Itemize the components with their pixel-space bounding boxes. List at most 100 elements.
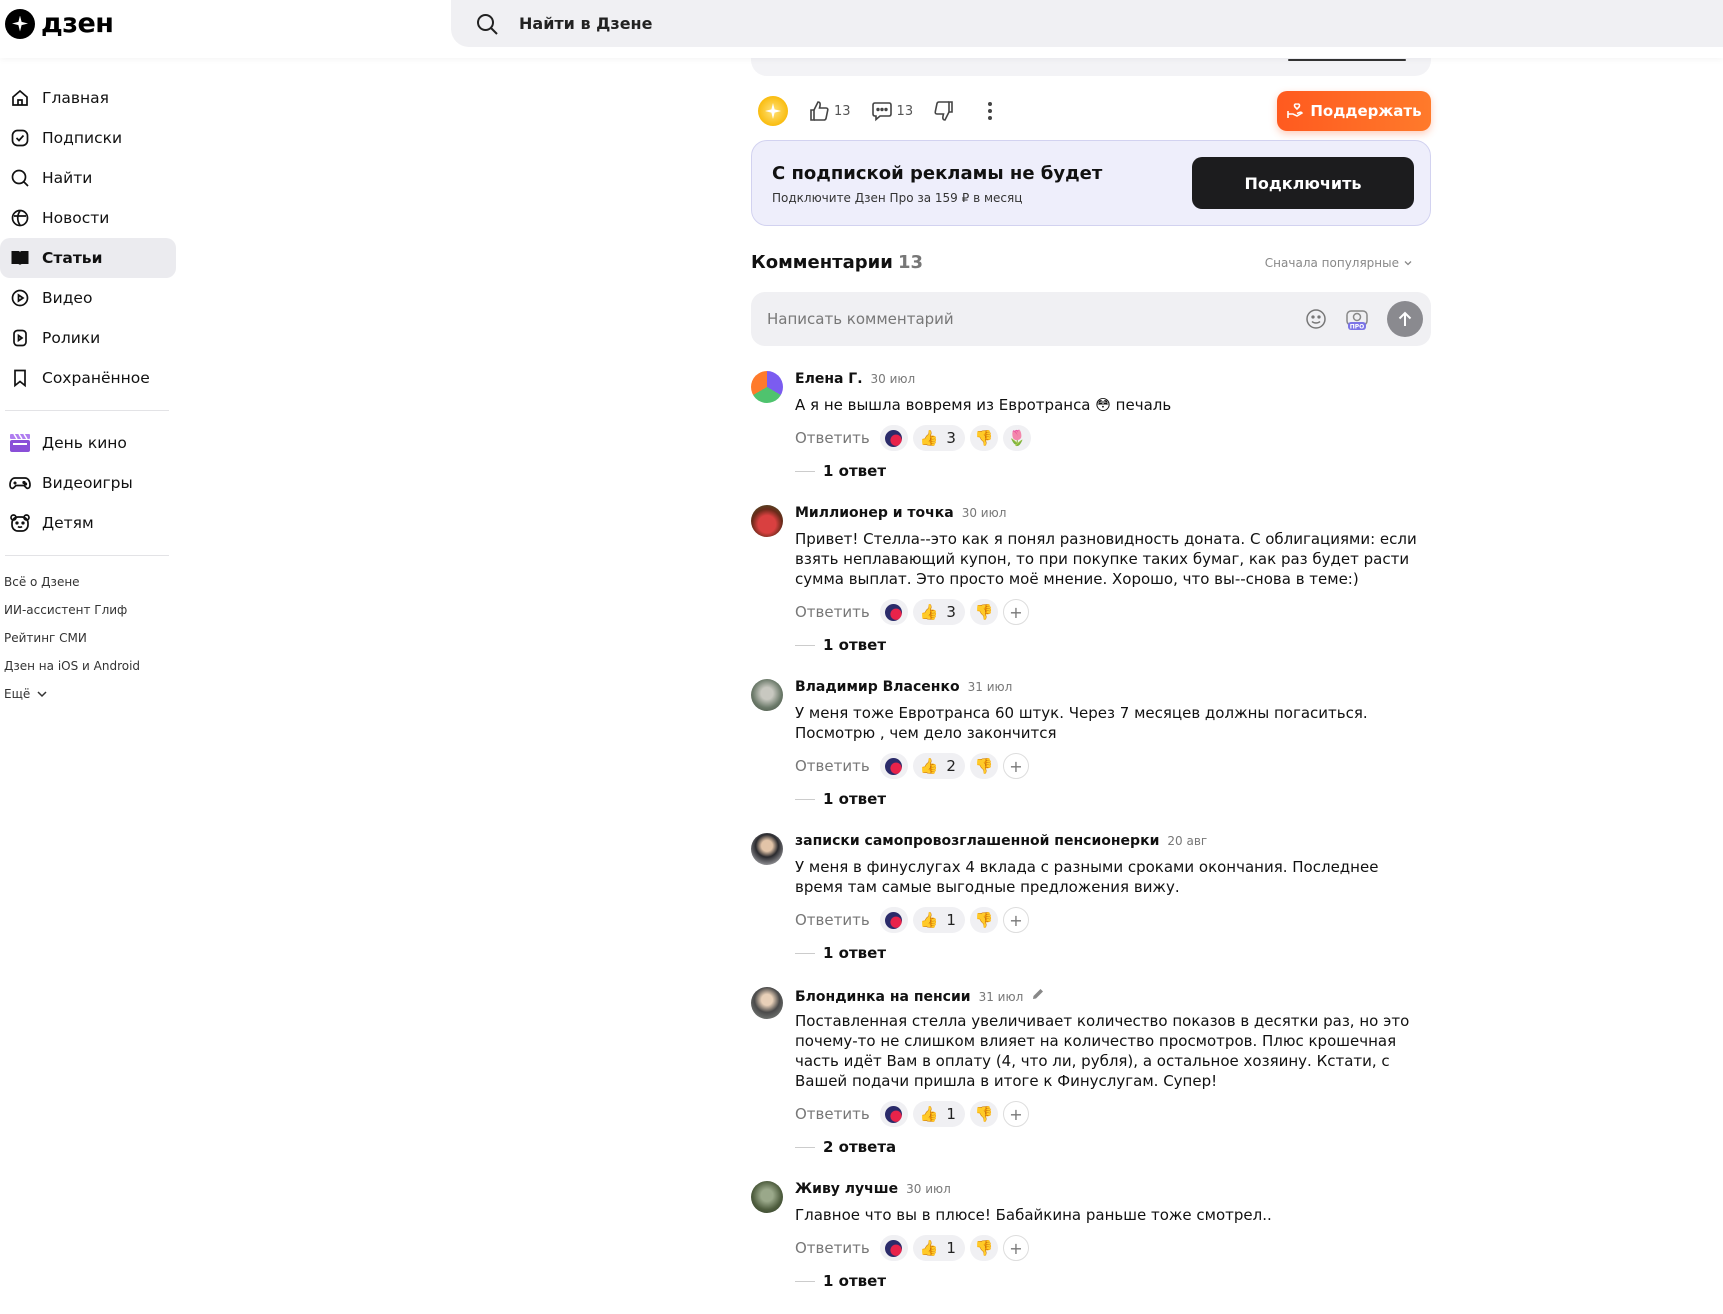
comment-author[interactable]: Живу лучше bbox=[795, 1181, 898, 1197]
like-reaction[interactable]: 👍 1 bbox=[912, 1101, 965, 1127]
reply-button[interactable]: Ответить bbox=[795, 757, 870, 775]
comment-author[interactable]: Елена Г. bbox=[795, 371, 863, 387]
footer-link-media-rating[interactable]: Рейтинг СМИ bbox=[0, 624, 176, 652]
avatar[interactable] bbox=[751, 1181, 783, 1213]
like-button[interactable]: 13 bbox=[808, 100, 851, 122]
comment-author[interactable]: Миллионер и точка bbox=[795, 505, 954, 521]
author-heart-icon bbox=[885, 757, 903, 775]
avatar[interactable] bbox=[751, 505, 783, 537]
sidebar-item-shorts[interactable]: Ролики bbox=[0, 318, 176, 358]
dislike-reaction[interactable]: 👎 bbox=[969, 753, 998, 779]
comment-count: 13 bbox=[896, 103, 914, 119]
like-reaction[interactable]: 👍 1 bbox=[912, 907, 965, 933]
search-placeholder: Найти в Дзене bbox=[519, 14, 653, 33]
ad-free-promo: С подпиской рекламы не будет Подключите … bbox=[751, 140, 1431, 226]
replies-toggle[interactable]: 1 ответ bbox=[795, 635, 1431, 655]
flower-reaction[interactable]: 🌷 bbox=[1002, 425, 1031, 451]
sidebar-item-articles[interactable]: Статьи bbox=[0, 238, 176, 278]
sidebar-item-home[interactable]: Главная bbox=[0, 78, 176, 118]
sidebar-item-subscriptions[interactable]: Подписки bbox=[0, 118, 176, 158]
search-bar[interactable]: Найти в Дзене bbox=[451, 0, 1723, 47]
comments-header: Комментарии 13 Сначала популярные bbox=[751, 252, 1431, 276]
article-card-bottom bbox=[751, 56, 1431, 76]
dzen-logo[interactable]: дзен bbox=[5, 8, 114, 39]
replies-toggle[interactable]: 1 ответ bbox=[795, 943, 1431, 963]
like-reaction[interactable]: 👍 3 bbox=[912, 425, 965, 451]
comment-date: 31 июл bbox=[967, 680, 1013, 694]
support-button[interactable]: Поддержать bbox=[1277, 91, 1431, 131]
add-reaction-button[interactable]: + bbox=[1002, 1235, 1029, 1261]
like-reaction[interactable]: 👍 1 bbox=[912, 1235, 965, 1261]
sidebar-item-news[interactable]: Новости bbox=[0, 198, 176, 238]
dislike-reaction[interactable]: 👎 bbox=[969, 1235, 998, 1261]
replies-toggle[interactable]: 1 ответ bbox=[795, 789, 1431, 809]
reply-button[interactable]: Ответить bbox=[795, 911, 870, 929]
sidebar-item-film-day[interactable]: День кино bbox=[0, 423, 176, 463]
thumbs-down-emoji-icon: 👎 bbox=[974, 911, 994, 929]
chevron-down-icon bbox=[1404, 261, 1412, 266]
shorts-icon bbox=[9, 327, 31, 349]
add-reaction-button[interactable]: + bbox=[1002, 753, 1029, 779]
dislike-button[interactable] bbox=[933, 100, 959, 122]
sidebar-item-saved[interactable]: Сохранённое bbox=[0, 358, 176, 398]
like-count: 1 bbox=[946, 1105, 956, 1123]
replies-line bbox=[795, 470, 815, 472]
reply-button[interactable]: Ответить bbox=[795, 429, 870, 447]
author-heart-reaction[interactable] bbox=[879, 1235, 908, 1261]
reply-button[interactable]: Ответить bbox=[795, 1239, 870, 1257]
footer-link-ai-assistant[interactable]: ИИ-ассистент Глиф bbox=[0, 596, 176, 624]
photo-pro-button[interactable]: ПРО bbox=[1345, 307, 1369, 331]
like-reaction[interactable]: 👍 2 bbox=[912, 753, 965, 779]
support-label: Поддержать bbox=[1310, 102, 1422, 120]
footer-link-mobile-apps[interactable]: Дзен на iOS и Android bbox=[0, 652, 176, 680]
author-heart-reaction[interactable] bbox=[879, 753, 908, 779]
comment-author[interactable]: Владимир Власенко bbox=[795, 679, 960, 695]
footer-link-more[interactable]: Ещё bbox=[0, 680, 176, 708]
comment-author[interactable]: Блондинка на пенсии bbox=[795, 989, 971, 1005]
replies-count: 1 ответ bbox=[823, 636, 887, 654]
add-reaction-button[interactable]: + bbox=[1002, 1101, 1029, 1127]
dislike-reaction[interactable]: 👎 bbox=[969, 599, 998, 625]
sidebar-item-video[interactable]: Видео bbox=[0, 278, 176, 318]
comment-author[interactable]: записки самопровозглашенной пенсионерки bbox=[795, 833, 1159, 849]
avatar[interactable] bbox=[751, 987, 783, 1019]
subscribe-button[interactable]: Подключить bbox=[1192, 157, 1414, 209]
author-heart-reaction[interactable] bbox=[879, 1101, 908, 1127]
footer-link-about[interactable]: Всё о Дзене bbox=[0, 568, 176, 596]
like-reaction[interactable]: 👍 3 bbox=[912, 599, 965, 625]
zen-star-button[interactable] bbox=[758, 96, 788, 126]
sidebar-item-videogames[interactable]: Видеоигры bbox=[0, 463, 176, 503]
dislike-reaction[interactable]: 👎 bbox=[969, 907, 998, 933]
replies-toggle[interactable]: 1 ответ bbox=[795, 1271, 1431, 1291]
replies-count: 1 ответ bbox=[823, 1272, 887, 1290]
sort-dropdown[interactable]: Сначала популярные bbox=[1265, 256, 1413, 270]
send-comment-button[interactable] bbox=[1387, 301, 1423, 337]
promo-title: С подпиской рекламы не будет bbox=[772, 163, 1103, 184]
comment-composer[interactable]: Написать комментарий ПРО bbox=[751, 292, 1431, 346]
logo-text: дзен bbox=[41, 8, 114, 39]
dislike-reaction[interactable]: 👎 bbox=[969, 1101, 998, 1127]
avatar[interactable] bbox=[751, 371, 783, 403]
replies-toggle[interactable]: 1 ответ bbox=[795, 461, 1431, 481]
sidebar-item-search[interactable]: Найти bbox=[0, 158, 176, 198]
emoji-button[interactable] bbox=[1305, 308, 1327, 330]
avatar[interactable] bbox=[751, 679, 783, 711]
reply-button[interactable]: Ответить bbox=[795, 603, 870, 621]
replies-toggle[interactable]: 2 ответа bbox=[795, 1137, 1431, 1157]
author-heart-reaction[interactable] bbox=[879, 907, 908, 933]
reply-button[interactable]: Ответить bbox=[795, 1105, 870, 1123]
comment-icon bbox=[871, 102, 892, 122]
more-options-button[interactable] bbox=[987, 101, 997, 121]
avatar[interactable] bbox=[751, 833, 783, 865]
author-heart-reaction[interactable] bbox=[879, 425, 908, 451]
sidebar-item-kids[interactable]: Детям bbox=[0, 503, 176, 543]
comments-button[interactable]: 13 bbox=[871, 100, 914, 122]
thumbs-up-emoji-icon: 👍 bbox=[919, 1239, 939, 1257]
comment-text: Поставленная стелла увеличивает количест… bbox=[795, 1012, 1410, 1090]
add-reaction-button[interactable]: + bbox=[1002, 907, 1029, 933]
dislike-reaction[interactable]: 👎 bbox=[969, 425, 998, 451]
replies-line bbox=[795, 798, 815, 800]
comment-input[interactable]: Написать комментарий bbox=[767, 310, 1305, 328]
add-reaction-button[interactable]: + bbox=[1002, 599, 1029, 625]
author-heart-reaction[interactable] bbox=[879, 599, 908, 625]
